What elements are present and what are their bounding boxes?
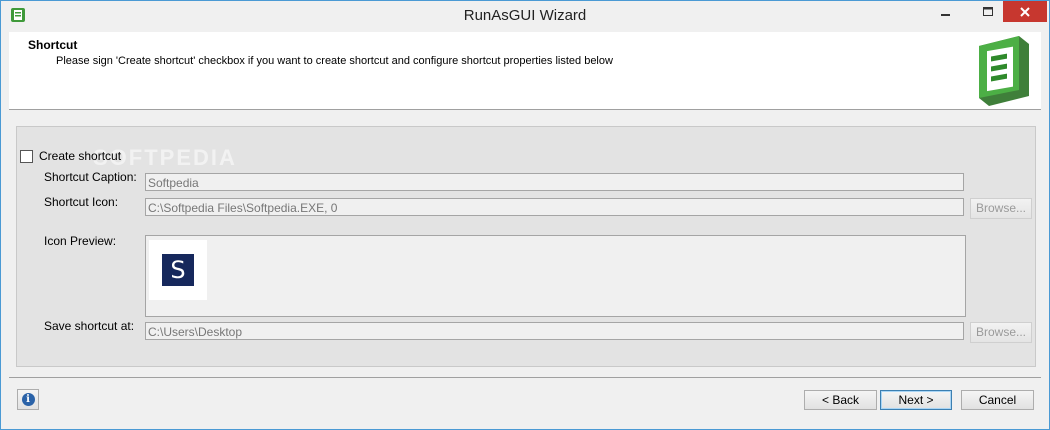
save-shortcut-label: Save shortcut at: xyxy=(44,319,135,333)
info-icon: i xyxy=(21,393,35,406)
page-subtitle: Please sign 'Create shortcut' checkbox i… xyxy=(56,55,613,67)
browse-save-button[interactable]: Browse... xyxy=(970,322,1032,343)
shortcut-caption-label: Shortcut Caption: xyxy=(44,170,137,184)
footer-divider xyxy=(9,377,1041,378)
close-icon xyxy=(1020,6,1030,17)
create-shortcut-row[interactable]: Create shortcut xyxy=(20,149,121,163)
save-shortcut-field[interactable]: C:\Users\Desktop xyxy=(145,322,964,340)
title-bar[interactable]: RunAsGUI Wizard xyxy=(1,1,1049,31)
create-shortcut-label[interactable]: Create shortcut xyxy=(39,149,121,163)
shortcut-panel: SOFTPEDIA Create shortcut Shortcut Capti… xyxy=(16,126,1036,367)
info-button[interactable]: i xyxy=(17,389,39,410)
create-shortcut-checkbox[interactable] xyxy=(20,149,33,163)
wizard-header: Shortcut Please sign 'Create shortcut' c… xyxy=(9,32,1041,110)
shortcut-icon-field[interactable]: C:\Softpedia Files\Softpedia.EXE, 0 xyxy=(145,198,964,216)
next-button[interactable]: Next > xyxy=(880,390,952,410)
back-button[interactable]: < Back xyxy=(804,390,877,410)
page-title: Shortcut xyxy=(28,38,78,52)
minimize-button[interactable] xyxy=(931,1,961,23)
browse-icon-button[interactable]: Browse... xyxy=(970,198,1032,219)
cancel-button[interactable]: Cancel xyxy=(961,390,1034,410)
shortcut-caption-field[interactable]: Softpedia xyxy=(145,173,964,191)
minimize-icon xyxy=(941,14,950,16)
maximize-icon xyxy=(983,7,993,16)
window-title: RunAsGUI Wizard xyxy=(463,7,587,24)
softpedia-s-icon: S xyxy=(162,254,194,286)
maximize-button[interactable] xyxy=(973,1,1003,23)
runasgui-logo-icon xyxy=(971,34,1033,108)
icon-preview-frame: S xyxy=(149,240,207,300)
wizard-window: RunAsGUI Wizard Shortcut Please sign 'Cr… xyxy=(0,0,1050,430)
shortcut-icon-label: Shortcut Icon: xyxy=(44,195,119,209)
icon-preview-box: S xyxy=(145,235,966,317)
icon-preview-label: Icon Preview: xyxy=(44,234,117,248)
close-button[interactable] xyxy=(1003,1,1047,22)
